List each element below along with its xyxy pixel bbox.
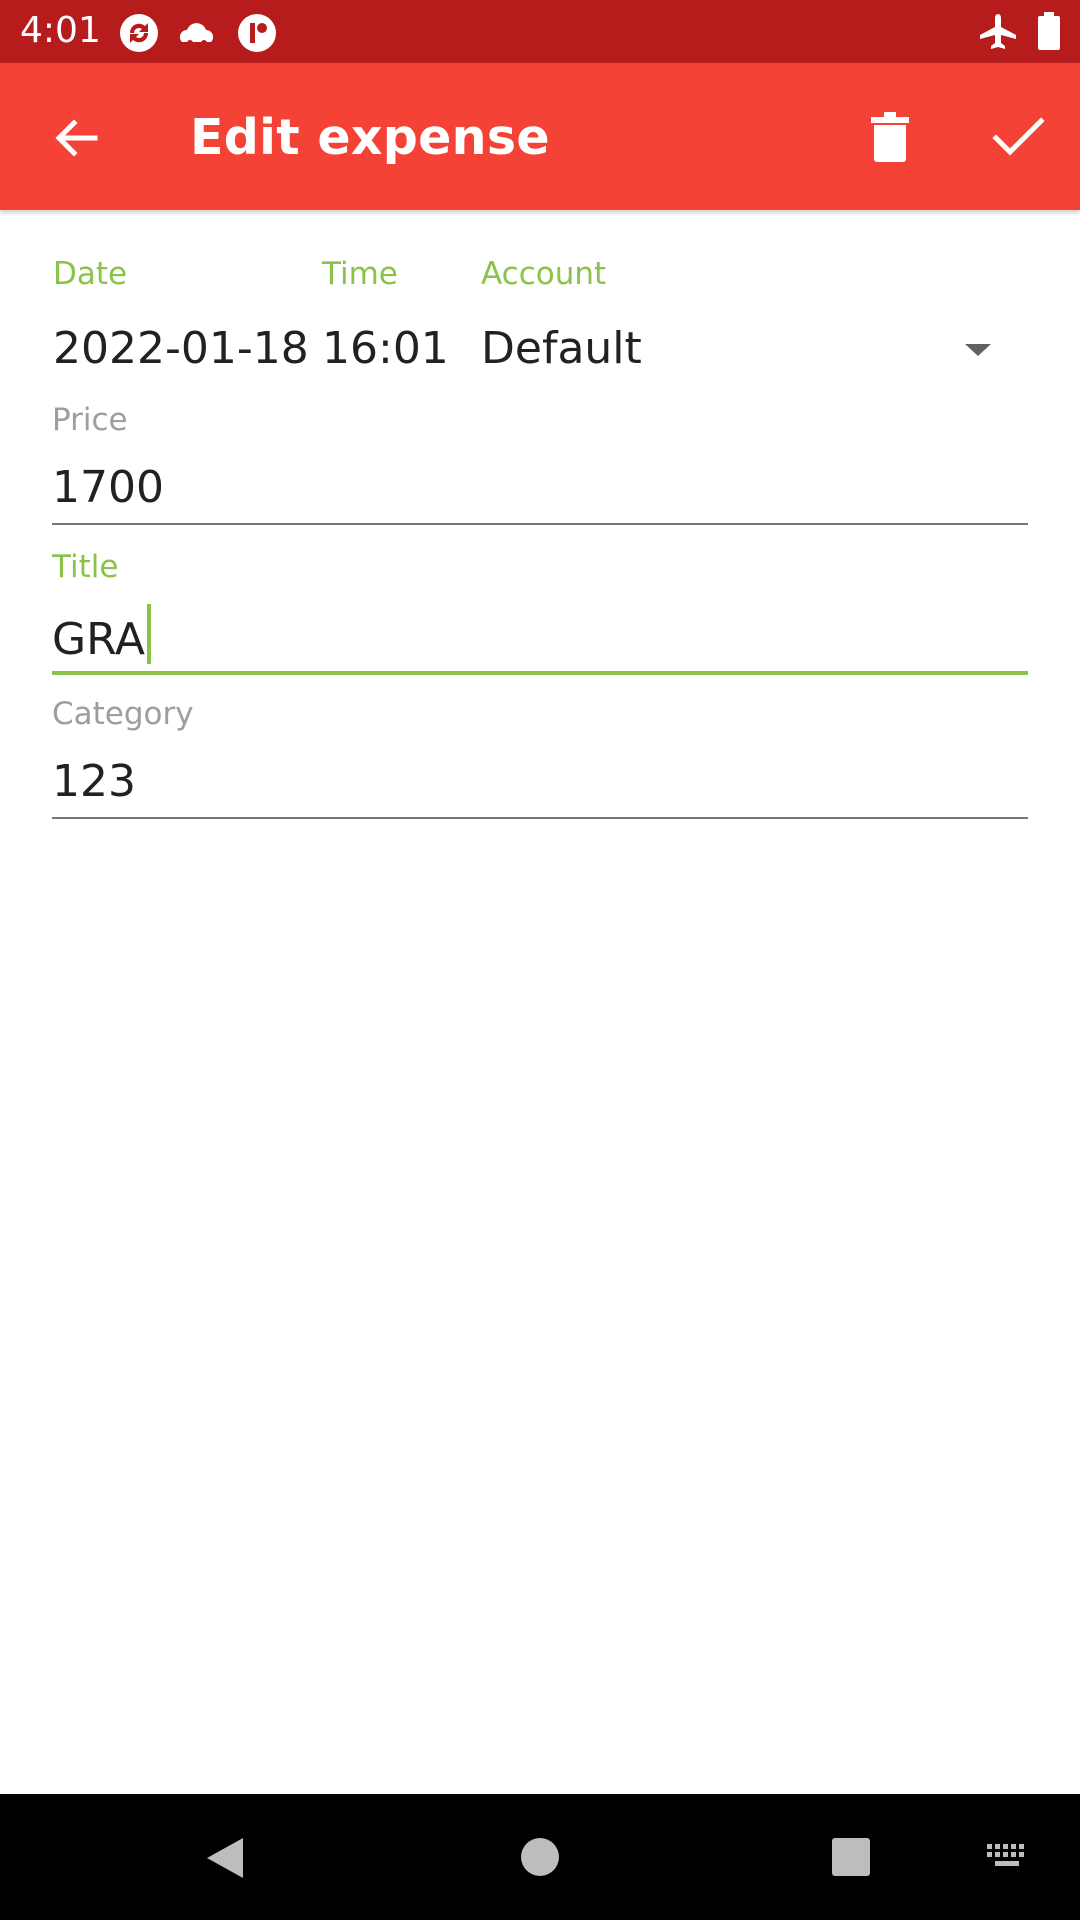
cloud-icon: [179, 23, 214, 46]
dropdown-arrow-icon[interactable]: [963, 342, 993, 360]
sync-icon: [120, 14, 158, 52]
account-label: Account: [481, 256, 607, 292]
price-underline: [52, 523, 1028, 525]
notification-app-icon: [238, 14, 276, 52]
text-cursor: [146, 604, 151, 664]
confirm-button[interactable]: [983, 101, 1053, 171]
status-bar: 4:01: [0, 0, 1080, 63]
page-title: Edit expense: [190, 109, 550, 166]
keyboard-icon[interactable]: [985, 1842, 1031, 1872]
back-button[interactable]: [40, 103, 110, 173]
date-label: Date: [53, 256, 128, 292]
category-input[interactable]: 123: [52, 756, 136, 808]
home-nav-icon[interactable]: [519, 1836, 561, 1878]
status-time: 4:01: [20, 10, 101, 51]
account-selected-value: Default: [481, 323, 642, 374]
back-nav-icon[interactable]: [203, 1834, 247, 1882]
date-field[interactable]: 2022-01-18: [53, 323, 309, 375]
recents-nav-icon[interactable]: [830, 1836, 872, 1878]
title-input[interactable]: GRA: [52, 604, 1028, 668]
arrow-back-icon: [55, 119, 98, 157]
delete-button[interactable]: [855, 101, 925, 171]
price-label: Price: [52, 402, 128, 438]
title-input-value: GRA: [52, 614, 145, 665]
price-input[interactable]: 1700: [52, 462, 164, 514]
title-underline: [52, 671, 1028, 675]
account-dropdown[interactable]: Default: [470, 318, 1030, 380]
time-label: Time: [322, 256, 398, 292]
time-field[interactable]: 16:01: [322, 323, 449, 375]
trash-icon: [871, 112, 909, 162]
category-underline: [52, 817, 1028, 819]
category-label: Category: [52, 696, 194, 732]
airplane-mode-icon: [980, 14, 1016, 49]
title-label: Title: [52, 549, 119, 585]
check-icon: [992, 117, 1045, 156]
battery-icon: [1038, 12, 1060, 50]
navigation-bar: [0, 1794, 1080, 1920]
app-bar: Edit expense: [0, 63, 1080, 210]
